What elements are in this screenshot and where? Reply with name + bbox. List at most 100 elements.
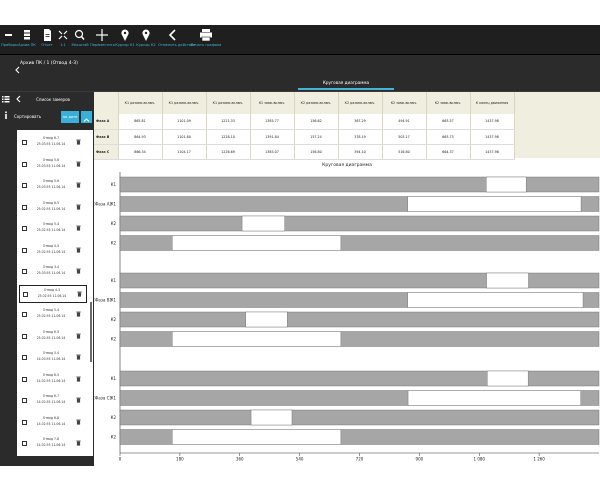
bar-segment — [119, 215, 600, 232]
sort-by-date-button[interactable]: по дате — [61, 111, 79, 123]
column-header[interactable]: К1 замк.включ. — [250, 92, 295, 114]
column-header[interactable]: К1 разомк.включ. — [118, 92, 163, 114]
list-item[interactable]: Отвод 6-5 14.02.93 11.06.14 — [19, 371, 87, 389]
info-icon[interactable] — [2, 111, 10, 119]
table-cell: 156.80 — [294, 144, 339, 160]
trash-icon[interactable] — [76, 182, 81, 188]
list-item[interactable]: Отвод 3-4 25.03.93 11.06.14 — [19, 263, 87, 281]
trash-icon[interactable] — [76, 247, 81, 253]
toolbar-devices-button[interactable]: Приборы — [1, 27, 18, 47]
bar-gap-segment — [172, 331, 342, 347]
item-checkbox[interactable] — [23, 291, 28, 297]
column-header[interactable]: К2 замк.включ. — [426, 92, 471, 114]
sort-direction-button[interactable] — [81, 111, 92, 123]
row-label: К2 — [111, 221, 117, 226]
list-item[interactable]: Отвод 5-4 14.03.93 11.06.14 — [19, 349, 87, 367]
row-label: Фаза В — [94, 129, 119, 145]
breadcrumb: Архив ПК / 1 (Отвод 4-3) — [20, 61, 78, 66]
trash-icon[interactable] — [76, 333, 81, 339]
item-checkbox[interactable] — [22, 355, 27, 360]
column-header[interactable]: К конец движения — [470, 92, 515, 114]
list-item[interactable]: Отвод 4-5 25.02.93 11.06.14 — [19, 242, 87, 260]
item-checkbox[interactable] — [22, 312, 27, 317]
measurements-title: Список замеров — [36, 97, 70, 102]
column-header[interactable]: К2 замк.включ. — [382, 92, 427, 114]
table-cell: 1385.77 — [250, 114, 295, 130]
toolbar-cursor-k1-button[interactable]: Курсор К1 — [115, 27, 135, 47]
tab-bar: Круговая диаграмма — [0, 75, 600, 92]
bar-gap-segment — [487, 370, 529, 387]
item-checkbox[interactable] — [22, 419, 27, 425]
list-item[interactable]: Отвод 5-4 25.02.93 11.06.14 — [19, 306, 87, 324]
column-header[interactable]: К2 разомк.включ. — [338, 92, 383, 114]
trash-icon[interactable] — [76, 419, 81, 425]
trash-icon[interactable] — [76, 311, 81, 317]
list-scrollbar-thumb[interactable] — [90, 302, 92, 362]
item-checkbox[interactable] — [22, 161, 27, 167]
toolbar-report-button[interactable]: Отчет — [39, 27, 55, 47]
document-icon — [39, 27, 55, 41]
item-checkbox[interactable] — [22, 441, 27, 446]
toolbar-move-button[interactable]: Переместить — [90, 27, 115, 47]
list-item[interactable]: Отвод 6-7 25.03.93 11.06.14 — [19, 134, 87, 152]
toolbar-print-button[interactable]: Печать графика — [190, 27, 222, 47]
list-icon[interactable] — [2, 95, 10, 103]
trash-icon[interactable] — [76, 139, 81, 145]
table-cell: 865.81 — [118, 114, 163, 130]
item-checkbox[interactable] — [22, 269, 27, 274]
list-item[interactable]: Отвод 5-6 25.03.93 11.06.14 — [19, 177, 87, 195]
row-label: К1 — [111, 297, 117, 302]
trash-icon[interactable] — [76, 440, 81, 446]
item-checkbox[interactable] — [22, 204, 27, 210]
item-checkbox[interactable] — [22, 140, 27, 145]
table-cell: 1391.84 — [250, 129, 295, 145]
list-item[interactable]: Отвод 4-3 25.02.93 11.06.14 — [19, 284, 87, 303]
trash-icon[interactable] — [76, 354, 81, 360]
table-cell: 866.34 — [118, 144, 163, 160]
item-checkbox[interactable] — [22, 398, 27, 403]
item-checkbox[interactable] — [22, 333, 27, 339]
table-cell: 367.29 — [338, 114, 383, 130]
list-item[interactable]: Отвод 6-8 14.02.93 11.06.14 — [19, 414, 87, 432]
toolbar-archive-button[interactable]: Архив ПК — [16, 27, 38, 47]
item-date: 25.02.93 11.06.14 — [36, 228, 66, 232]
trash-icon[interactable] — [76, 376, 81, 382]
list-item[interactable]: Отвод 6-5 25.02.93 11.06.14 — [19, 199, 87, 217]
trash-icon[interactable] — [76, 204, 81, 210]
toolbar-scale-1-1-button[interactable]: 1:1 — [56, 27, 70, 47]
bar-gap-segment — [407, 292, 584, 308]
trash-icon[interactable] — [76, 225, 81, 231]
toolbar-undo-button[interactable]: Отменить действие — [158, 27, 196, 47]
item-date: 14.02.93 11.06.14 — [36, 378, 66, 383]
row-label: Фаза С — [94, 144, 119, 160]
column-header[interactable]: К1 разомк.включ. — [206, 92, 251, 114]
chart-svg[interactable]: К1К1К2К2[Фаза А]К1К1К2К2[Фаза В]К1К1К2К2… — [93, 160, 600, 466]
trash-icon[interactable] — [76, 161, 81, 167]
row-label: К1 — [111, 376, 117, 381]
item-checkbox[interactable] — [22, 226, 27, 231]
list-item[interactable]: Отвод 6-7 14.02.93 11.06.14 — [19, 392, 87, 410]
item-checkbox[interactable] — [22, 247, 27, 253]
trash-icon[interactable] — [76, 397, 81, 403]
list-scrollbar[interactable] — [89, 130, 93, 456]
column-header[interactable]: К1 разомк.включ. — [162, 92, 207, 114]
list-item[interactable]: Отвод 5-6 25.03.93 11.06.14 — [19, 156, 87, 174]
column-header[interactable]: К2 разомк.включ. — [294, 92, 339, 114]
item-checkbox[interactable] — [22, 376, 27, 382]
list-item[interactable]: Отвод 5-4 25.02.93 11.06.14 — [19, 220, 87, 238]
side-icon-rail — [0, 92, 12, 466]
trash-icon[interactable] — [76, 268, 81, 274]
item-checkbox[interactable] — [22, 183, 27, 188]
database-icon — [16, 27, 38, 41]
sort-row: Сортировать по дате — [12, 110, 94, 124]
toolbar-move-label: Переместить — [90, 43, 115, 47]
toolbar-report-label: Отчет — [41, 43, 53, 47]
list-item[interactable]: Отвод 7-8 14.02.93 11.06.14 — [19, 435, 87, 453]
list-item[interactable]: Отвод 6-5 25.02.93 11.06.14 — [19, 328, 87, 346]
x-tick-label: 1 260 — [533, 457, 545, 462]
toolbar-cursor-k2-button[interactable]: Курсор К2 — [136, 27, 156, 47]
toolbar-zoom-button[interactable]: Масштаб — [71, 27, 89, 47]
tab-pie-chart[interactable]: Круговая диаграмма — [300, 80, 392, 85]
item-date: 25.02.93 11.06.14 — [36, 249, 66, 254]
trash-icon[interactable] — [77, 291, 82, 297]
